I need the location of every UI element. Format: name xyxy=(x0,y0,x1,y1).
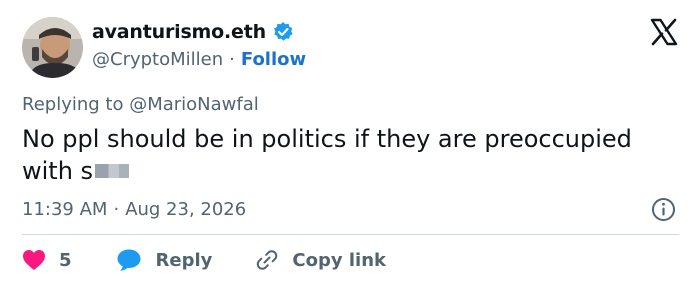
timestamp-separator: · xyxy=(113,199,120,220)
verified-badge-icon xyxy=(272,21,294,43)
info-icon[interactable] xyxy=(651,197,676,222)
author-handle[interactable]: @CryptoMillen xyxy=(92,49,223,70)
like-count: 5 xyxy=(59,249,72,271)
reply-button[interactable]: Reply xyxy=(102,248,213,272)
tweet-text: No ppl should be in politics if they are… xyxy=(22,123,682,187)
heart-icon xyxy=(22,249,46,271)
redacted-word xyxy=(95,164,130,178)
timestamp-row: 11:39 AM · Aug 23, 2026 xyxy=(22,199,246,220)
copy-link-button[interactable]: Copy link xyxy=(242,248,386,272)
display-name[interactable]: avanturismo.eth xyxy=(92,21,266,43)
tweet-date[interactable]: Aug 23, 2026 xyxy=(125,199,246,220)
action-bar: 5 Reply Copy link xyxy=(22,247,386,273)
replying-to-prefix: Replying to xyxy=(22,94,130,115)
link-icon xyxy=(254,248,280,272)
x-logo-icon[interactable] xyxy=(650,18,678,46)
like-button[interactable]: 5 xyxy=(22,249,72,271)
tweet-time[interactable]: 11:39 AM xyxy=(22,199,107,220)
replying-to: Replying to @MarioNawfal xyxy=(22,94,259,115)
author-name-row: avanturismo.eth xyxy=(92,21,294,43)
follow-button[interactable]: Follow xyxy=(241,49,306,70)
tweet-card: avanturismo.eth @CryptoMillen · Follow Rep… xyxy=(0,0,700,287)
handle-row: @CryptoMillen · Follow xyxy=(92,49,306,70)
copy-link-label: Copy link xyxy=(292,249,386,271)
avatar[interactable] xyxy=(22,17,83,78)
reply-mention-link[interactable]: @MarioNawfal xyxy=(129,94,259,115)
handle-separator: · xyxy=(229,49,235,70)
reply-bubble-icon xyxy=(116,248,142,272)
reply-label: Reply xyxy=(155,249,213,271)
divider xyxy=(22,234,679,235)
